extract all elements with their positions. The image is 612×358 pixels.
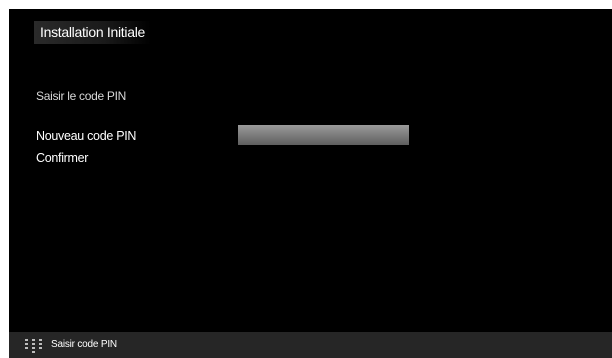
tv-screen: Installation Initiale Saisir le code PIN… bbox=[9, 9, 612, 358]
numeric-keypad-icon bbox=[23, 338, 45, 354]
pin-instruction: Saisir le code PIN bbox=[36, 89, 126, 103]
confirm-pin-label: Confirmer bbox=[36, 151, 89, 165]
footer-bar: Saisir code PIN bbox=[9, 332, 612, 358]
page-title-text: Installation Initiale bbox=[40, 24, 145, 40]
new-pin-label: Nouveau code PIN bbox=[36, 129, 137, 143]
page-title: Installation Initiale bbox=[34, 21, 151, 44]
new-pin-field[interactable] bbox=[238, 125, 409, 145]
footer-hint-label: Saisir code PIN bbox=[51, 339, 117, 350]
